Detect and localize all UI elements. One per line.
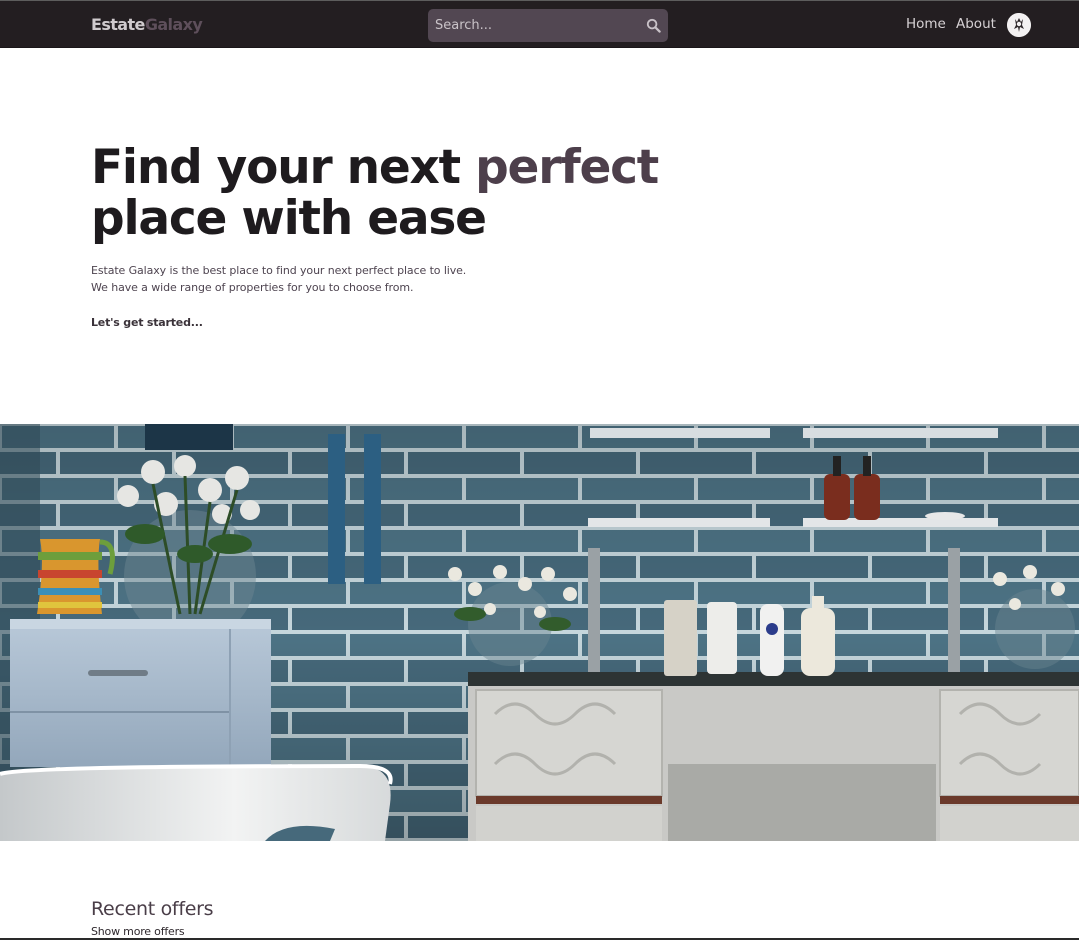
logo-text-estate: Estate — [91, 15, 145, 34]
hero-banner-image — [0, 424, 1079, 841]
show-more-offers-link[interactable]: Show more offers — [91, 925, 185, 938]
top-navbar: EstateGalaxy Home About — [0, 0, 1079, 48]
user-avatar-icon[interactable] — [1007, 13, 1031, 37]
nav-link-about[interactable]: About — [956, 16, 996, 33]
hero-heading: Find your next perfect place with ease — [91, 142, 711, 244]
hero-description: Estate Galaxy is the best place to find … — [91, 262, 466, 296]
hero-heading-accent: perfect — [475, 140, 659, 195]
nav-link-home[interactable]: Home — [906, 16, 946, 33]
logo-text-galaxy: Galaxy — [144, 15, 203, 34]
hero-heading-part1: Find your next — [91, 140, 476, 195]
hero-description-line2: We have a wide range of properties for y… — [91, 281, 414, 294]
get-started-link[interactable]: Let's get started... — [91, 316, 203, 329]
hero-heading-part2: place with ease — [91, 191, 487, 246]
search-input[interactable] — [428, 9, 638, 42]
search-icon[interactable] — [646, 18, 661, 33]
hero-description-line1: Estate Galaxy is the best place to find … — [91, 264, 467, 277]
recent-offers-heading: Recent offers — [91, 898, 214, 920]
bathroom-illustration — [0, 424, 1079, 841]
brand-logo[interactable]: EstateGalaxy — [91, 15, 203, 34]
search-box — [428, 9, 668, 42]
